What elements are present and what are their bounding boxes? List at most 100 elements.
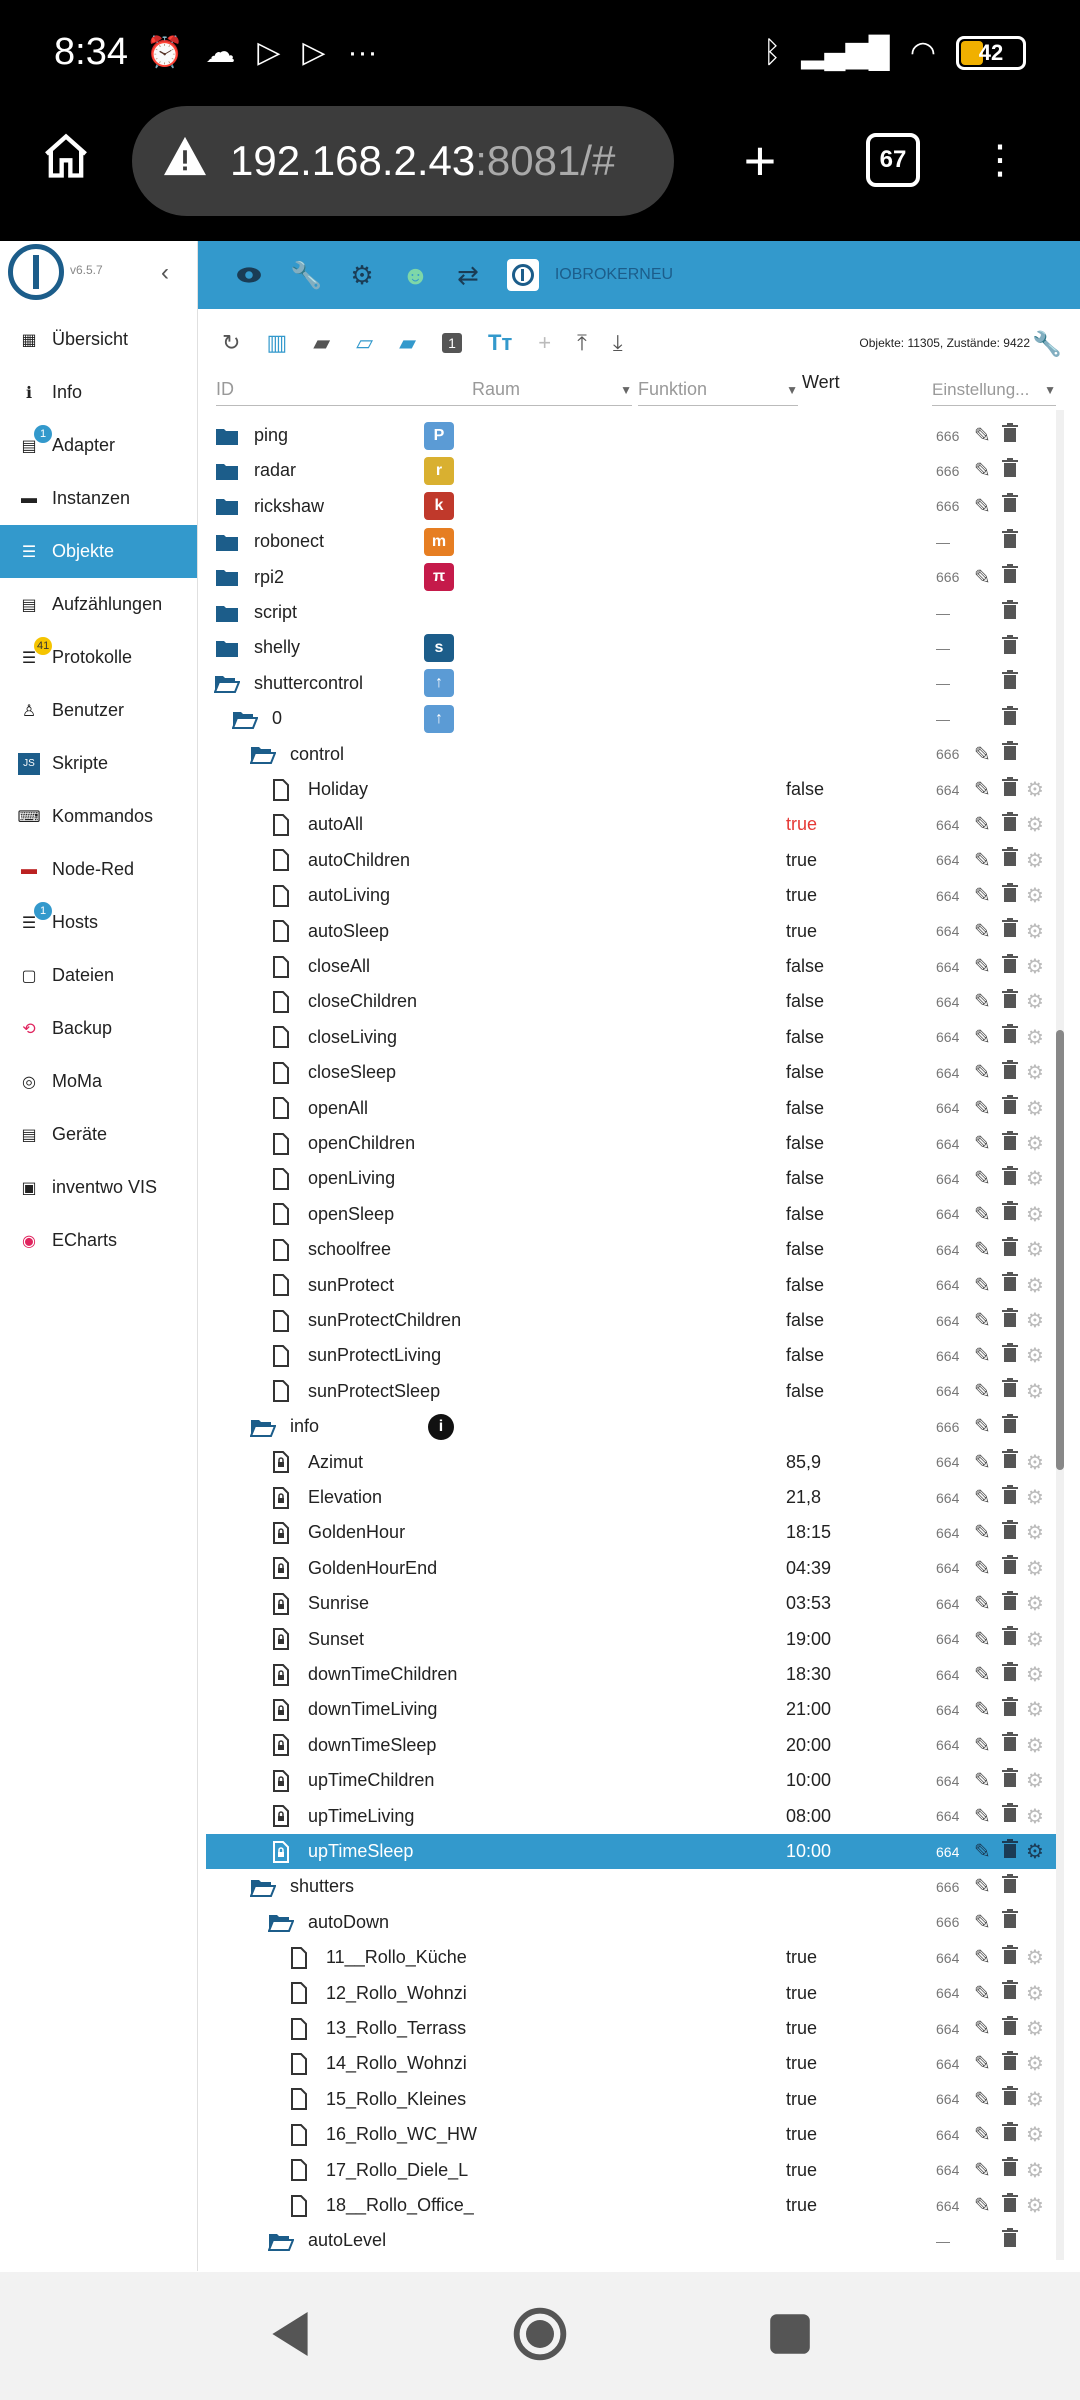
state-value[interactable]: true	[786, 2089, 817, 2110]
folder-open-icon[interactable]	[268, 1909, 294, 1935]
delete-icon[interactable]	[1002, 847, 1018, 873]
edit-icon[interactable]: ✎	[974, 1096, 991, 1121]
edit-icon[interactable]: ✎	[974, 742, 991, 767]
edit-icon[interactable]: ✎	[974, 1202, 991, 1227]
state-value[interactable]: false	[786, 1239, 824, 1260]
state-value[interactable]: true	[786, 921, 817, 942]
custom-settings-icon[interactable]: ⚙	[1026, 2158, 1044, 2183]
edit-icon[interactable]: ✎	[974, 848, 991, 873]
edit-icon[interactable]: ✎	[974, 1556, 991, 1581]
expert-mode-icon[interactable]: ☻	[402, 260, 429, 291]
edit-icon[interactable]: ✎	[974, 2016, 991, 2041]
state-value[interactable]: true	[786, 850, 817, 871]
custom-settings-icon[interactable]: ⚙	[1026, 777, 1044, 802]
folder-row[interactable]: control 666 ✎	[206, 737, 1058, 772]
state-row[interactable]: Sunrise 03:53 664 ✎ ⚙	[206, 1586, 1058, 1621]
delete-icon[interactable]	[1002, 776, 1018, 803]
state-row[interactable]: upTimeLiving 08:00 664 ✎ ⚙	[206, 1799, 1058, 1834]
edit-icon[interactable]: ✎	[974, 1025, 991, 1050]
edit-icon[interactable]: ✎	[974, 1379, 991, 1404]
eye-icon[interactable]	[236, 266, 262, 284]
delete-icon[interactable]	[1002, 1555, 1018, 1581]
state-value[interactable]: false	[786, 1381, 824, 1402]
delete-icon[interactable]	[1002, 1342, 1018, 1369]
state-row[interactable]: openLiving false 664 ✎ ⚙	[206, 1161, 1058, 1196]
state-value[interactable]: false	[786, 956, 824, 977]
delete-icon[interactable]	[1002, 1944, 1018, 1971]
state-value[interactable]: false	[786, 1027, 824, 1048]
address-bar[interactable]: 192.168.2.43:8081/#	[132, 106, 674, 216]
delete-icon[interactable]	[1002, 1378, 1018, 1404]
columns-icon[interactable]: ▥	[266, 330, 287, 356]
custom-settings-icon[interactable]: ⚙	[1026, 2051, 1044, 2076]
edit-icon[interactable]: ✎	[974, 1060, 991, 1085]
folder-row[interactable]: shelly s —	[206, 630, 1058, 665]
back-icon[interactable]	[268, 2309, 312, 2364]
custom-settings-icon[interactable]: ⚙	[1026, 1202, 1044, 1227]
sidebar-item-aufz-hlungen[interactable]: ▤ Aufzählungen	[0, 578, 197, 631]
state-value[interactable]: true	[786, 2124, 817, 2145]
settings-filter[interactable]: Einstellung... ▼	[932, 374, 1056, 406]
delete-icon[interactable]	[1002, 1980, 1018, 2006]
delete-icon[interactable]	[1002, 741, 1018, 767]
folder-open-icon[interactable]	[250, 1874, 276, 1900]
edit-icon[interactable]: ✎	[974, 1662, 991, 1687]
custom-settings-icon[interactable]: ⚙	[1026, 1025, 1044, 1050]
folder-row[interactable]: rpi2 π 666 ✎	[206, 560, 1058, 595]
custom-settings-icon[interactable]: ⚙	[1026, 1768, 1044, 1793]
delete-icon[interactable]	[1002, 422, 1018, 449]
delete-icon[interactable]	[1002, 1519, 1018, 1546]
custom-settings-icon[interactable]: ⚙	[1026, 919, 1044, 944]
state-value[interactable]: 04:39	[786, 1558, 831, 1579]
custom-settings-icon[interactable]: ⚙	[1026, 1804, 1044, 1829]
edit-icon[interactable]: ✎	[974, 1131, 991, 1156]
delete-icon[interactable]	[1002, 1095, 1018, 1121]
delete-icon[interactable]	[1002, 2227, 1018, 2254]
sidebar-item-skripte[interactable]: JS Skripte	[0, 737, 197, 790]
state-value[interactable]: 20:00	[786, 1735, 831, 1756]
folder-icon[interactable]	[214, 564, 240, 590]
custom-settings-icon[interactable]: ⚙	[1026, 1060, 1044, 1085]
folder-collapse-icon[interactable]: ▰	[399, 330, 416, 356]
edit-icon[interactable]: ✎	[974, 2193, 991, 2218]
state-value[interactable]: false	[786, 1062, 824, 1083]
refresh-icon[interactable]: ↻	[222, 330, 240, 356]
folder-row[interactable]: radar r 666 ✎	[206, 453, 1058, 488]
custom-settings-icon[interactable]: ⚙	[1026, 2087, 1044, 2112]
sidebar-item-backup[interactable]: ⟲ Backup	[0, 1002, 197, 1055]
state-row[interactable]: Elevation 21,8 664 ✎ ⚙	[206, 1480, 1058, 1515]
state-value[interactable]: 08:00	[786, 1806, 831, 1827]
state-row[interactable]: openChildren false 664 ✎ ⚙	[206, 1126, 1058, 1161]
custom-settings-icon[interactable]: ⚙	[1026, 1697, 1044, 1722]
custom-settings-icon[interactable]: ⚙	[1026, 1662, 1044, 1687]
download-icon[interactable]: ⤓	[613, 330, 623, 356]
custom-settings-icon[interactable]: ⚙	[1026, 1627, 1044, 1652]
delete-icon[interactable]	[1002, 2050, 1018, 2077]
delete-icon[interactable]	[1002, 2121, 1018, 2148]
delete-icon[interactable]	[1002, 2015, 1018, 2042]
state-value[interactable]: true	[786, 2018, 817, 2039]
state-row[interactable]: downTimeChildren 18:30 664 ✎ ⚙	[206, 1657, 1058, 1692]
state-row[interactable]: 11__Rollo_Küche true 664 ✎ ⚙	[206, 1940, 1058, 1975]
delete-icon[interactable]	[1002, 918, 1018, 944]
state-row[interactable]: sunProtectLiving false 664 ✎ ⚙	[206, 1338, 1058, 1373]
edit-icon[interactable]: ✎	[974, 883, 991, 908]
expand-level-icon[interactable]: 1	[442, 333, 462, 353]
edit-icon[interactable]: ✎	[974, 458, 991, 483]
state-row[interactable]: autoChildren true 664 ✎ ⚙	[206, 843, 1058, 878]
state-row[interactable]: sunProtectSleep false 664 ✎ ⚙	[206, 1374, 1058, 1409]
add-icon[interactable]: +	[538, 330, 551, 356]
state-value[interactable]: true	[786, 2195, 817, 2216]
custom-settings-icon[interactable]: ⚙	[1026, 848, 1044, 873]
edit-icon[interactable]: ✎	[974, 1485, 991, 1510]
state-value[interactable]: false	[786, 1345, 824, 1366]
delete-icon[interactable]	[1002, 1909, 1018, 1935]
sidebar-item-benutzer[interactable]: ♙ Benutzer	[0, 684, 197, 737]
folder-icon[interactable]: ▰	[313, 330, 330, 356]
edit-icon[interactable]: ✎	[974, 2122, 991, 2147]
delete-icon[interactable]	[1002, 2157, 1018, 2183]
sidebar-item-moma[interactable]: ◎ MoMa	[0, 1055, 197, 1108]
custom-settings-icon[interactable]: ⚙	[1026, 1520, 1044, 1545]
sidebar-item-node-red[interactable]: ▬ Node-Red	[0, 843, 197, 896]
delete-icon[interactable]	[1002, 988, 1018, 1015]
